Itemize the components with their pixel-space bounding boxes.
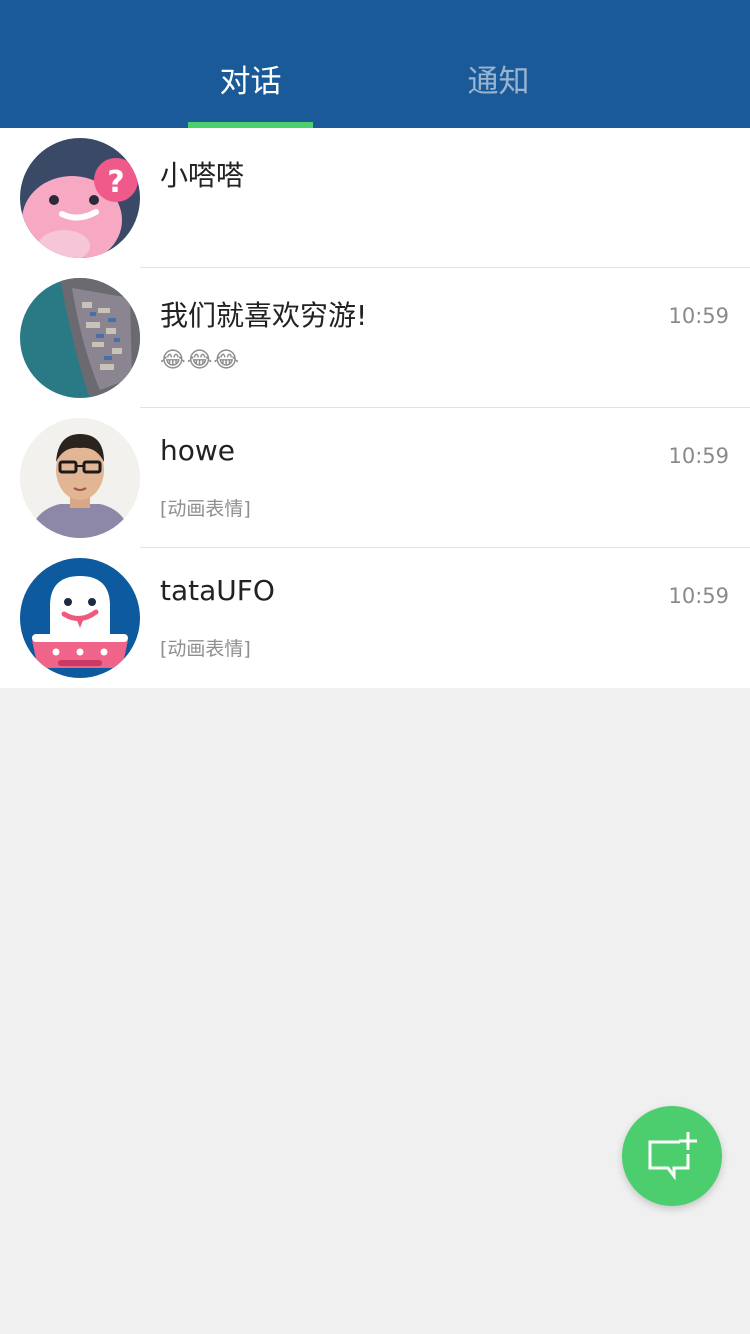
conversation-row[interactable]: 我们就喜欢穷游! 10:59 😂😂😂	[0, 268, 750, 408]
conversation-time: 10:59	[668, 444, 729, 468]
conversation-list: ? 小嗒嗒 我们就喜欢穷游! 10:59 😂😂😂 howe 10:59 [动画表…	[0, 128, 750, 688]
conversation-time: 10:59	[668, 304, 729, 328]
pink-mascot-avatar: ?	[20, 138, 140, 258]
new-message-icon	[648, 1132, 697, 1181]
top-bar: 对话 通知	[0, 0, 750, 128]
avatar	[20, 558, 140, 678]
conversation-preview: [动画表情]	[160, 498, 251, 520]
avatar	[20, 418, 140, 538]
ufo-mascot-avatar	[20, 558, 140, 678]
tab-conversations[interactable]: 对话	[188, 60, 313, 104]
person-photo-avatar	[20, 418, 140, 538]
conversation-name: 小嗒嗒	[160, 159, 245, 192]
conversation-name: tataUFO	[160, 574, 275, 607]
conversation-name: 我们就喜欢穷游!	[160, 299, 368, 332]
new-message-button[interactable]	[622, 1106, 722, 1206]
svg-text:?: ?	[107, 165, 124, 200]
aerial-city-avatar	[20, 278, 140, 398]
avatar: ?	[20, 138, 140, 258]
tab-notifications[interactable]: 通知	[436, 60, 561, 104]
conversation-name: howe	[160, 434, 236, 467]
conversation-preview: [动画表情]	[160, 638, 251, 660]
conversation-row[interactable]: ? 小嗒嗒	[0, 128, 750, 268]
conversation-preview: 😂😂😂	[160, 348, 241, 373]
conversation-time: 10:59	[668, 584, 729, 608]
conversation-row[interactable]: howe 10:59 [动画表情]	[0, 408, 750, 548]
conversation-row[interactable]: tataUFO 10:59 [动画表情]	[0, 548, 750, 688]
avatar	[20, 278, 140, 398]
